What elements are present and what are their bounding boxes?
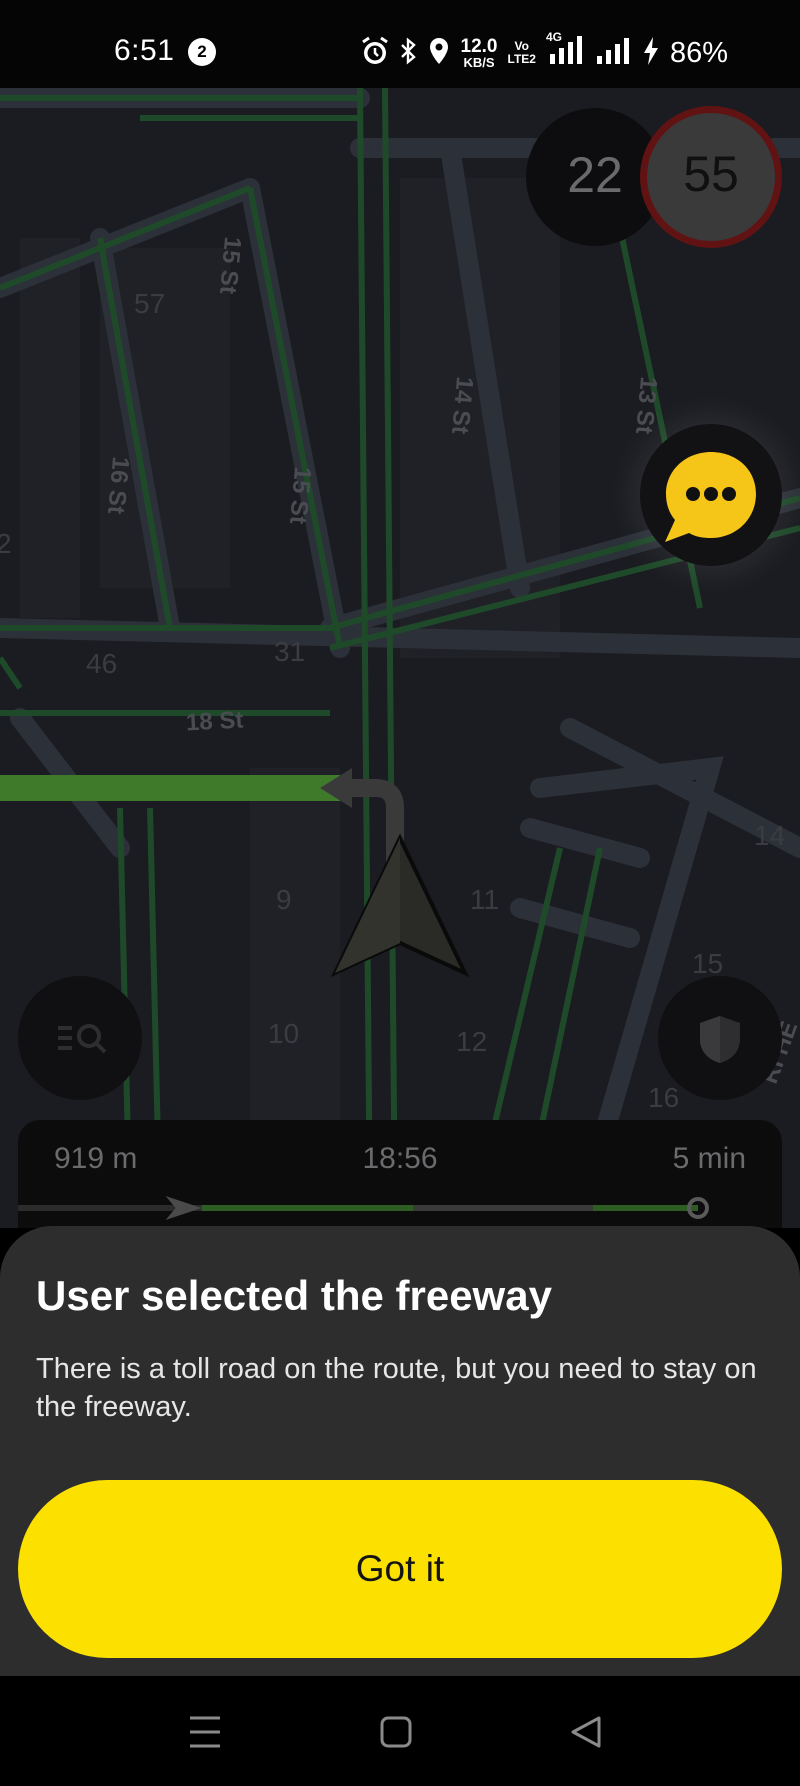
system-navigation-bar [0,1676,800,1786]
back-icon [571,1716,601,1748]
alarm-icon [361,36,389,71]
route-time-left: 5 min [672,1142,746,1175]
shield-button[interactable] [658,976,782,1100]
house-number: 31 [274,636,306,667]
house-number: 12 [456,1026,488,1057]
location-icon [427,36,451,71]
house-number: 11 [470,884,500,915]
battery-percent: 86% [669,36,728,69]
signal-icon: 4G [546,30,586,71]
street-label: 16 St [102,455,134,516]
bluetooth-icon [399,36,417,71]
status-time: 6:51 [114,34,175,67]
chat-button[interactable] [640,424,782,566]
sheet-description: There is a toll road on the route, but y… [36,1353,757,1423]
search-list-button[interactable] [18,976,142,1100]
volte-indicator: Vo LTE2 [507,39,536,66]
status-bar: 6:51 2 12.0 KB/S Vo LTE2 4G 86% [0,0,800,88]
house-number: 46 [86,648,118,679]
search-list-icon [58,1024,107,1054]
charging-icon [642,36,660,71]
house-number: 2 [0,528,12,559]
network-speed: 12.0 KB/S [460,36,498,70]
street-label: 14 St [446,375,478,436]
home-icon [380,1716,412,1748]
notification-count-badge: 2 [188,38,216,66]
speed-limit-sign: 55 [640,106,782,248]
sheet-title: User selected the freeway [36,1272,552,1319]
house-number: 57 [134,288,166,319]
menu-nav-button[interactable] [175,1704,235,1760]
back-nav-button[interactable] [556,1704,616,1760]
menu-icon [190,1716,220,1748]
street-label: 18 St [185,706,245,737]
house-number: 9 [276,884,292,915]
status-icons: 12.0 KB/S Vo LTE2 4G 86% [361,30,728,71]
home-nav-button[interactable] [366,1704,426,1760]
house-number: 14 [754,820,786,851]
chat-bubble-icon [665,452,756,542]
got-it-button[interactable]: Got it [18,1480,782,1658]
shield-icon [700,1016,740,1063]
navigation-map[interactable]: 15 St 16 St 15 St 14 St 13 St 18 St 57 2… [0,88,800,1228]
house-number: 10 [268,1018,300,1049]
route-summary-panel[interactable]: 919 m 18:56 5 min [18,1120,782,1228]
route-eta: 18:56 [362,1142,438,1175]
street-label: 15 St [214,235,246,296]
freeway-info-sheet: User selected the freeway There is a tol… [0,1226,800,1676]
route-progress-bar [18,1196,709,1220]
signal-icon [596,36,632,71]
street-label: 15 St [284,465,316,526]
